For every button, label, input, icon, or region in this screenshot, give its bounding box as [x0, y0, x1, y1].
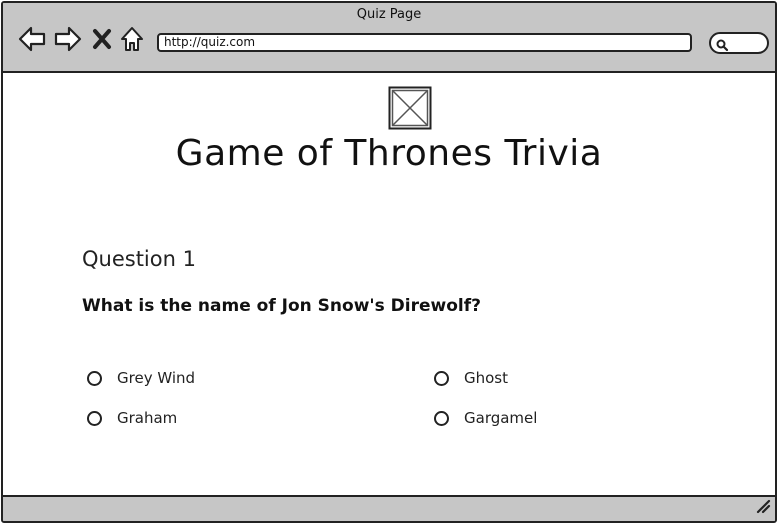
radio-button[interactable] — [434, 370, 449, 386]
radio-button[interactable] — [434, 410, 449, 426]
image-placeholder-icon — [388, 86, 432, 130]
page-content: Game of Thrones Trivia Question 1 What i… — [3, 73, 775, 495]
answer-label: Grey Wind — [117, 369, 196, 387]
answer-label: Gargamel — [464, 409, 538, 427]
home-icon[interactable] — [119, 25, 145, 53]
address-bar[interactable]: http://quiz.com — [157, 33, 692, 52]
answer-option-gargamel[interactable]: Gargamel — [434, 407, 537, 429]
answer-option-ghost[interactable]: Ghost — [434, 367, 508, 389]
search-icon — [715, 37, 729, 56]
answer-label: Graham — [117, 409, 178, 427]
resize-grip-icon[interactable] — [755, 498, 771, 518]
page-title: Game of Thrones Trivia — [175, 133, 603, 174]
window-title: Quiz Page — [356, 7, 422, 22]
browser-window: Quiz Page http://quiz.com Game of Throne… — [1, 1, 777, 523]
search-field[interactable] — [709, 32, 769, 54]
answer-option-graham[interactable]: Graham — [87, 407, 177, 429]
back-arrow-icon[interactable] — [17, 25, 47, 53]
browser-titlebar: Quiz Page http://quiz.com — [3, 3, 775, 73]
forward-arrow-icon[interactable] — [53, 25, 83, 53]
radio-button[interactable] — [87, 370, 102, 386]
answer-label: Ghost — [464, 369, 509, 387]
answer-option-grey-wind[interactable]: Grey Wind — [87, 367, 195, 389]
status-bar — [3, 495, 775, 521]
close-icon[interactable] — [91, 25, 113, 53]
question-text: What is the name of Jon Snow's Direwolf? — [82, 296, 481, 316]
radio-button[interactable] — [87, 410, 102, 426]
question-heading: Question 1 — [82, 247, 196, 271]
